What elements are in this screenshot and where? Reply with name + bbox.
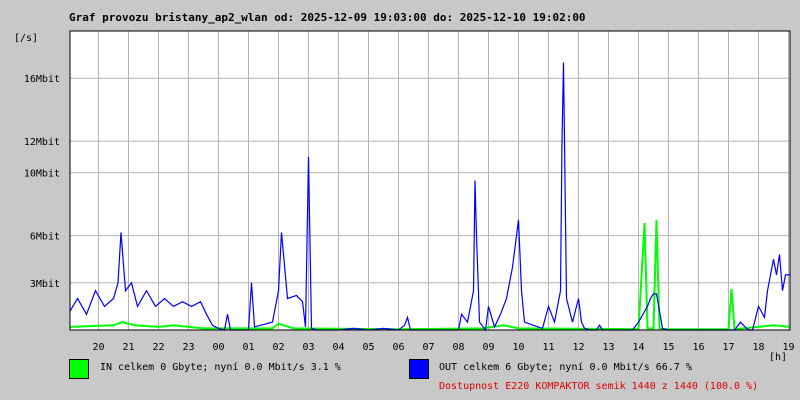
y-tick-label: 12Mbit <box>24 137 60 148</box>
x-tick-label: 17 <box>722 342 734 353</box>
x-tick-label: 02 <box>272 342 284 353</box>
plot-area <box>69 30 791 331</box>
x-tick-label: 05 <box>362 342 374 353</box>
x-tick-label: 12 <box>572 342 584 353</box>
x-tick-label: 10 <box>512 342 524 353</box>
x-axis-label: [h] <box>769 352 787 363</box>
x-tick-label: 06 <box>392 342 404 353</box>
traffic-chart: 3Mbit 6Mbit 10Mbit 12Mbit 16Mbit 20 21 22 23 00 0… <box>14 30 795 363</box>
y-tick-label: 3Mbit <box>30 279 60 290</box>
in-legend-label: IN celkem 0 Gbyte; nyní 0.0 Mbit/s 3.1 % <box>100 362 341 373</box>
in-swatch <box>69 359 89 379</box>
x-tick-label: 18 <box>752 342 764 353</box>
x-tick-labels: 20 21 22 23 00 01 02 03 04 05 06 07 08 09 10 11 12 13 14 15… <box>92 342 794 353</box>
x-tick-label: 08 <box>452 342 464 353</box>
x-tick-label: 23 <box>182 342 194 353</box>
y-tick-label: 6Mbit <box>30 232 60 243</box>
x-tick-label: 11 <box>542 342 554 353</box>
out-legend-label: OUT celkem 6 Gbyte; nyní 0.0 Mbit/s 66.7… <box>439 362 692 373</box>
x-tick-label: 20 <box>92 342 104 353</box>
x-tick-label: 15 <box>662 342 674 353</box>
y-axis-label: [/s] <box>14 33 38 44</box>
x-tick-label: 21 <box>122 342 134 353</box>
availability-note: Dostupnost E220 KOMPAKTOR semik 1440 z 1… <box>439 381 759 392</box>
x-tick-label: 01 <box>242 342 254 353</box>
y-tick-label: 16Mbit <box>24 74 60 85</box>
x-tick-label: 14 <box>632 342 644 353</box>
y-tick-label: 10Mbit <box>24 169 60 180</box>
x-tick-label: 16 <box>692 342 704 353</box>
x-tick-label: 03 <box>302 342 314 353</box>
x-tick-label: 13 <box>602 342 614 353</box>
x-tick-label: 09 <box>482 342 494 353</box>
x-tick-label: 00 <box>212 342 224 353</box>
out-swatch <box>409 359 429 379</box>
x-tick-label: 04 <box>332 342 344 353</box>
x-tick-label: 07 <box>422 342 434 353</box>
y-tick-labels: 3Mbit 6Mbit 10Mbit 12Mbit 16Mbit <box>24 74 60 290</box>
x-tick-label: 22 <box>152 342 164 353</box>
